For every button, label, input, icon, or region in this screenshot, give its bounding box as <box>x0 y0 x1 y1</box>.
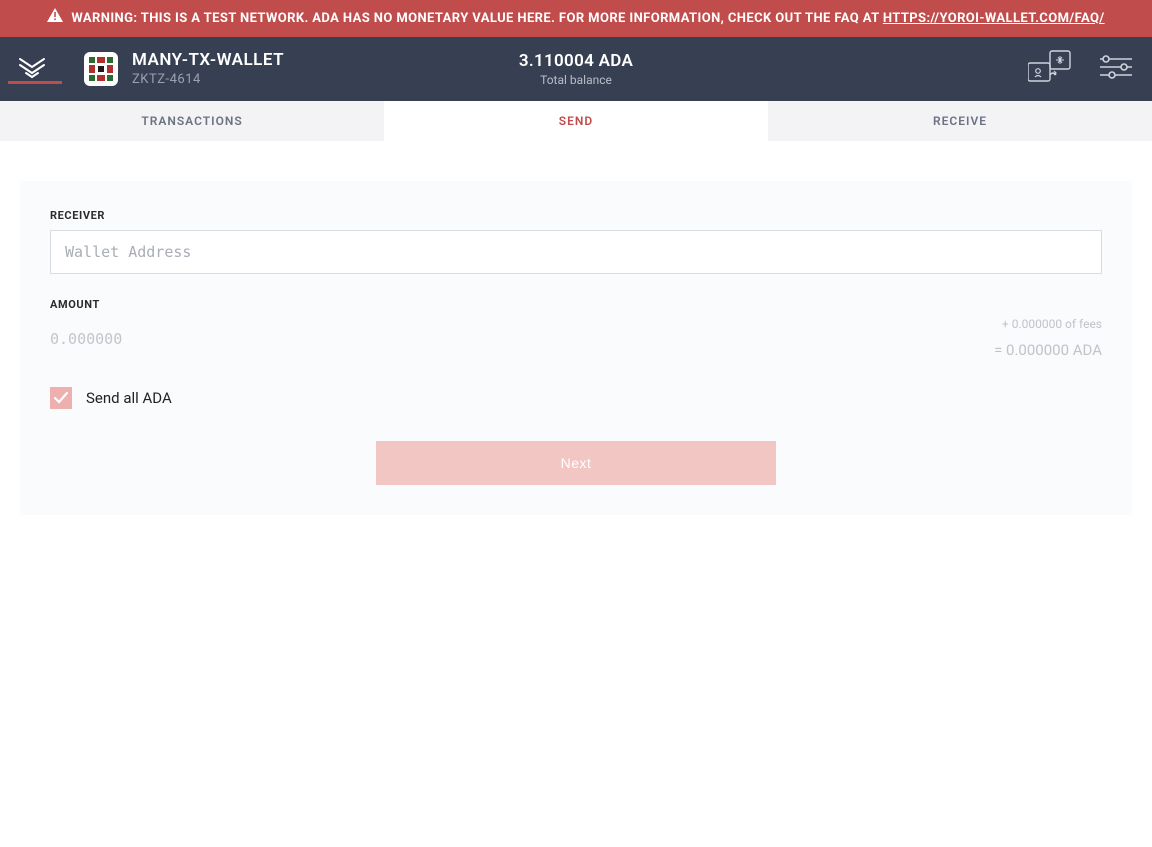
warning-icon <box>47 8 63 29</box>
check-icon <box>54 392 68 404</box>
warning-text: WARNING: THIS IS A TEST NETWORK. ADA HAS… <box>71 9 1104 29</box>
send-all-checkbox[interactable] <box>50 387 72 409</box>
logo-menu-button[interactable] <box>0 55 64 83</box>
amount-input[interactable] <box>50 319 629 359</box>
wallet-identity[interactable]: MANY-TX-WALLET ZKTZ-4614 <box>84 50 284 87</box>
yoroi-logo-icon <box>18 55 46 83</box>
test-network-warning-banner: WARNING: THIS IS A TEST NETWORK. ADA HAS… <box>0 0 1152 37</box>
balance-label: Total balance <box>519 73 633 87</box>
wallet-avatar <box>84 52 118 86</box>
warning-faq-link[interactable]: HTTPS://YOROI-WALLET.COM/FAQ/ <box>883 11 1105 26</box>
wallet-tabs: TRANSACTIONS SEND RECEIVE <box>0 101 1152 141</box>
logo-active-indicator <box>8 81 62 84</box>
receiver-label: RECEIVER <box>50 209 1102 222</box>
send-all-label: Send all ADA <box>86 389 172 407</box>
warning-message: WARNING: THIS IS A TEST NETWORK. ADA HAS… <box>71 11 882 26</box>
tab-send[interactable]: SEND <box>384 101 768 141</box>
balance-display: 3.110004 ADA Total balance <box>519 51 633 87</box>
tab-transactions[interactable]: TRANSACTIONS <box>0 101 384 141</box>
wallet-code: ZKTZ-4614 <box>132 72 284 87</box>
identicon-icon <box>87 55 115 83</box>
receiver-input[interactable] <box>50 230 1102 274</box>
amount-label: AMOUNT <box>50 298 629 311</box>
send-panel: RECEIVER AMOUNT + 0.000000 of fees = 0.0… <box>0 141 1152 555</box>
next-button[interactable]: Next <box>376 441 776 485</box>
total-equals-text: = 0.000000 ADA <box>994 341 1102 359</box>
settings-icon[interactable] <box>1100 55 1132 83</box>
send-form-card: RECEIVER AMOUNT + 0.000000 of fees = 0.0… <box>20 181 1132 515</box>
tab-receive[interactable]: RECEIVE <box>768 101 1152 141</box>
balance-amount: 3.110004 ADA <box>519 51 633 71</box>
wallet-name: MANY-TX-WALLET <box>132 50 284 70</box>
daedalus-transfer-icon[interactable] <box>1028 49 1072 89</box>
fees-text: + 0.000000 of fees <box>994 317 1102 331</box>
app-header: MANY-TX-WALLET ZKTZ-4614 3.110004 ADA To… <box>0 37 1152 101</box>
